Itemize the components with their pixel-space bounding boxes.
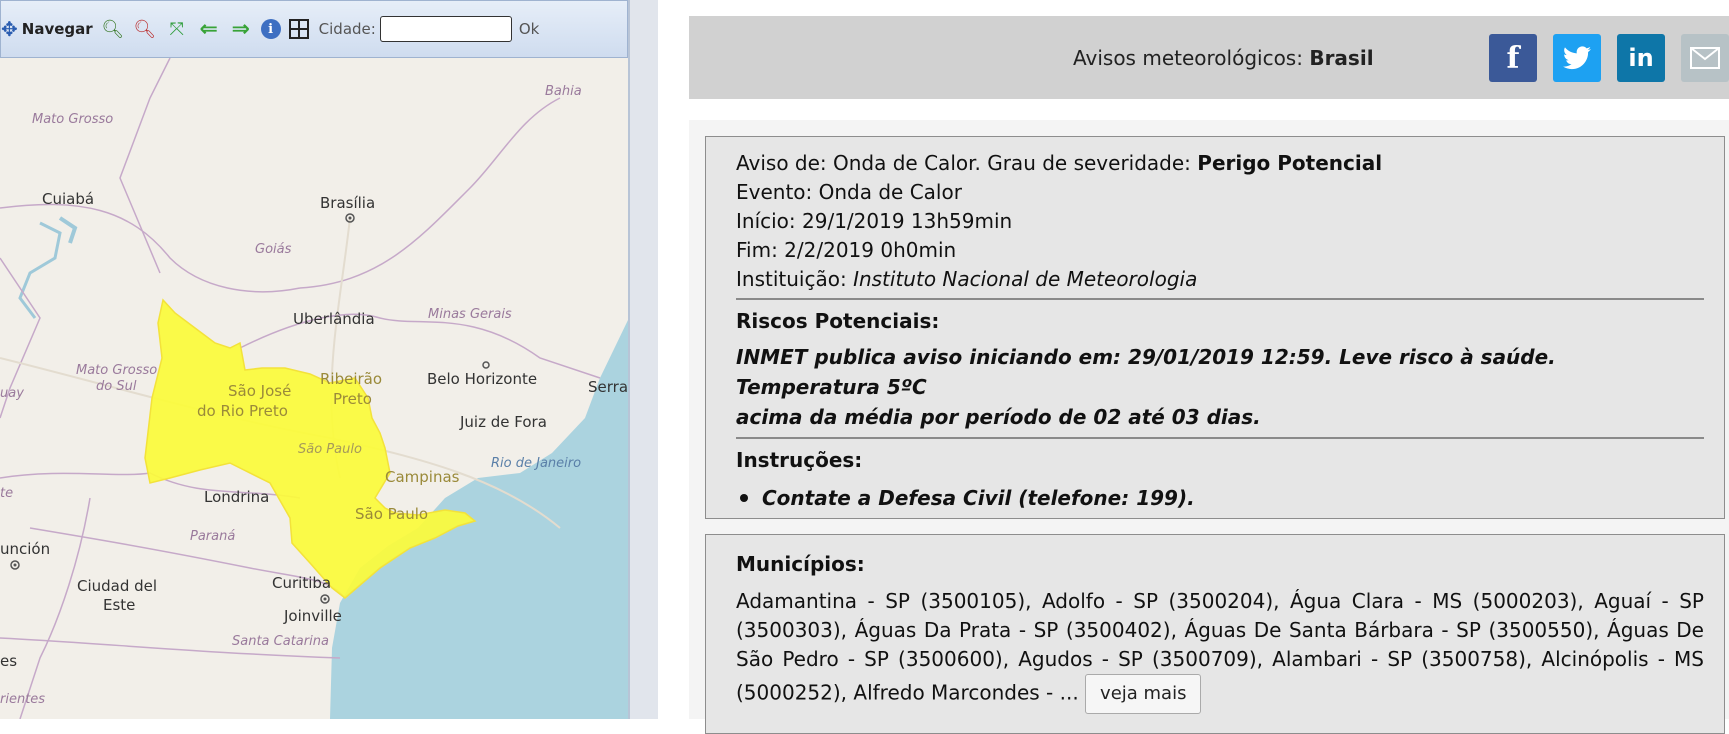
map-label-ms-1: Mato Grosso (76, 363, 158, 378)
municipalities-card: Municípios: Adamantina - SP (3500105), A… (705, 534, 1725, 734)
share-linkedin-button[interactable]: in (1617, 34, 1665, 82)
municipalities-title: Municípios: (736, 552, 865, 576)
curitiba-marker-dot (323, 597, 327, 601)
map-label-campinas: Campinas (385, 468, 460, 486)
forward-arrow-icon[interactable]: ⇒ (229, 15, 253, 43)
risks-text-2: acima da média por período de 02 até 03 … (736, 405, 1261, 429)
see-more-button[interactable]: veja mais (1085, 674, 1202, 714)
instruction-text: Contate a Defesa Civil (telefone: 199). (762, 486, 1195, 510)
back-arrow-icon[interactable]: ⇐ (197, 15, 221, 43)
info-icon[interactable]: i (260, 19, 281, 39)
map-label-ciudad-del-este-1: Ciudad del (77, 577, 158, 595)
map-label-goias: Goiás (255, 242, 292, 257)
city-input[interactable] (379, 16, 512, 42)
risks-title: Riscos Potenciais: (736, 309, 940, 333)
map-label-juiz-de-fora: Juiz de Fora (460, 413, 547, 431)
municipalities-list: Adamantina - SP (3500105), Adolfo - SP (… (736, 587, 1704, 714)
map-label-cuiaba: Cuiabá (42, 190, 95, 208)
navigate-button[interactable]: ✥ Navegar (1, 15, 93, 43)
map-label-minas-gerais: Minas Gerais (428, 307, 512, 322)
facebook-icon: f (1506, 40, 1520, 76)
brasilia-marker-dot (348, 216, 352, 220)
map-label-sao-jose-1: São José (228, 382, 292, 400)
risks-text-1: INMET publica aviso iniciando em: 29/01/… (736, 345, 1556, 399)
share-facebook-button[interactable]: f (1489, 34, 1537, 82)
page-title-region: Brasil (1309, 46, 1374, 70)
map-label-curitiba: Curitiba (272, 574, 332, 592)
alert-type: Aviso de: Onda de Calor. Grau de severid… (736, 151, 1191, 175)
map-label-sao-jose-2: do Rio Preto (197, 402, 288, 420)
map-label-uay: uay (0, 386, 24, 401)
twitter-icon (1563, 46, 1591, 70)
map-label-mato-grosso: Mato Grosso (32, 112, 114, 127)
alert-start: Início: 29/1/2019 13h59min (736, 209, 1013, 233)
map-label-londrina: Londrina (204, 488, 270, 506)
map-label-belo-horizonte: Belo Horizonte (427, 370, 538, 388)
alert-institution-line: Instituição: Instituto Nacional de Meteo… (736, 265, 1704, 294)
map-label-ms-2: do Sul (96, 379, 137, 394)
map-label-ciudad-del-este-2: Este (103, 596, 136, 614)
map-label-brasilia: Brasília (320, 194, 376, 212)
asuncion-marker-dot (13, 563, 17, 567)
map-label-joinville: Joinville (284, 607, 342, 625)
divider (736, 298, 1704, 300)
alerts-header: Avisos meteorológicos: Brasil f in (689, 16, 1729, 99)
bullet-icon (740, 494, 748, 502)
map-area[interactable]: Bahia Mato Grosso Cuiabá Brasília Goiás … (0, 58, 628, 719)
instructions-title: Instruções: (736, 448, 863, 472)
linkedin-icon: in (1628, 44, 1654, 72)
map-label-te: te (0, 486, 14, 501)
page-title: Avisos meteorológicos: Brasil (1073, 46, 1374, 70)
move-icon: ✥ (1, 17, 18, 41)
map-label-asuncion: unción (0, 540, 51, 558)
map-toolbar: ✥ Navegar 🔍︎ 🔍︎ ⤧ ⇐ ⇒ i Cidade: Ok (0, 0, 628, 58)
map-label-uberlandia: Uberlândia (293, 310, 375, 328)
alert-card: Aviso de: Onda de Calor. Grau de severid… (705, 136, 1725, 519)
map-label-ribeirao-1: Ribeirão (320, 370, 383, 388)
share-email-button[interactable] (1681, 34, 1729, 82)
ok-button[interactable]: Ok (519, 20, 540, 38)
alert-institution: Instituto Nacional de Meteorologia (853, 267, 1198, 291)
map-label-serra: Serra (588, 378, 628, 396)
divider (736, 437, 1704, 439)
map-label-sao-paulo-state: São Paulo (298, 442, 362, 457)
map-label-es: es (0, 652, 18, 670)
alert-event: Evento: Onda de Calor (736, 180, 962, 204)
map-label-rio-de-janeiro: Rio de Janeiro (491, 456, 582, 471)
map-label-parana: Paraná (190, 529, 236, 544)
municipalities-text: Adamantina - SP (3500105), Adolfo - SP (… (736, 589, 1704, 705)
map-label-santa-catarina: Santa Catarina (232, 634, 329, 649)
alert-institution-label: Instituição: (736, 267, 847, 291)
map-label-bahia: Bahia (545, 84, 582, 99)
alert-details: Aviso de: Onda de Calor. Grau de severid… (736, 149, 1704, 513)
map-label-ribeirao-2: Preto (333, 390, 372, 408)
map-label-rientes: rientes (0, 692, 46, 707)
page-title-prefix: Avisos meteorológicos: (1073, 46, 1303, 70)
navigate-label: Navegar (21, 20, 93, 38)
panel-gutter (630, 0, 658, 719)
alerts-body: Aviso de: Onda de Calor. Grau de severid… (689, 120, 1729, 734)
map-label-sao-paulo-city: São Paulo (355, 505, 429, 523)
full-extent-icon[interactable]: ⤧ (165, 15, 189, 43)
zoom-out-icon[interactable]: 🔍︎ (133, 15, 157, 43)
grid-icon[interactable] (288, 19, 309, 39)
alert-severity-line: Aviso de: Onda de Calor. Grau de severid… (736, 149, 1704, 178)
alert-end: Fim: 2/2/2019 0h0min (736, 238, 957, 262)
zoom-in-icon[interactable]: 🔍︎ (101, 15, 125, 43)
city-label: Cidade: (318, 20, 376, 38)
alert-severity: Perigo Potencial (1197, 151, 1383, 175)
map-panel: ✥ Navegar 🔍︎ 🔍︎ ⤧ ⇐ ⇒ i Cidade: Ok Bahia… (0, 0, 630, 719)
email-icon (1690, 47, 1720, 69)
share-twitter-button[interactable] (1553, 34, 1601, 82)
municipalities-content: Municípios: Adamantina - SP (3500105), A… (736, 549, 1704, 714)
instruction-item: Contate a Defesa Civil (telefone: 199). (736, 483, 1704, 513)
